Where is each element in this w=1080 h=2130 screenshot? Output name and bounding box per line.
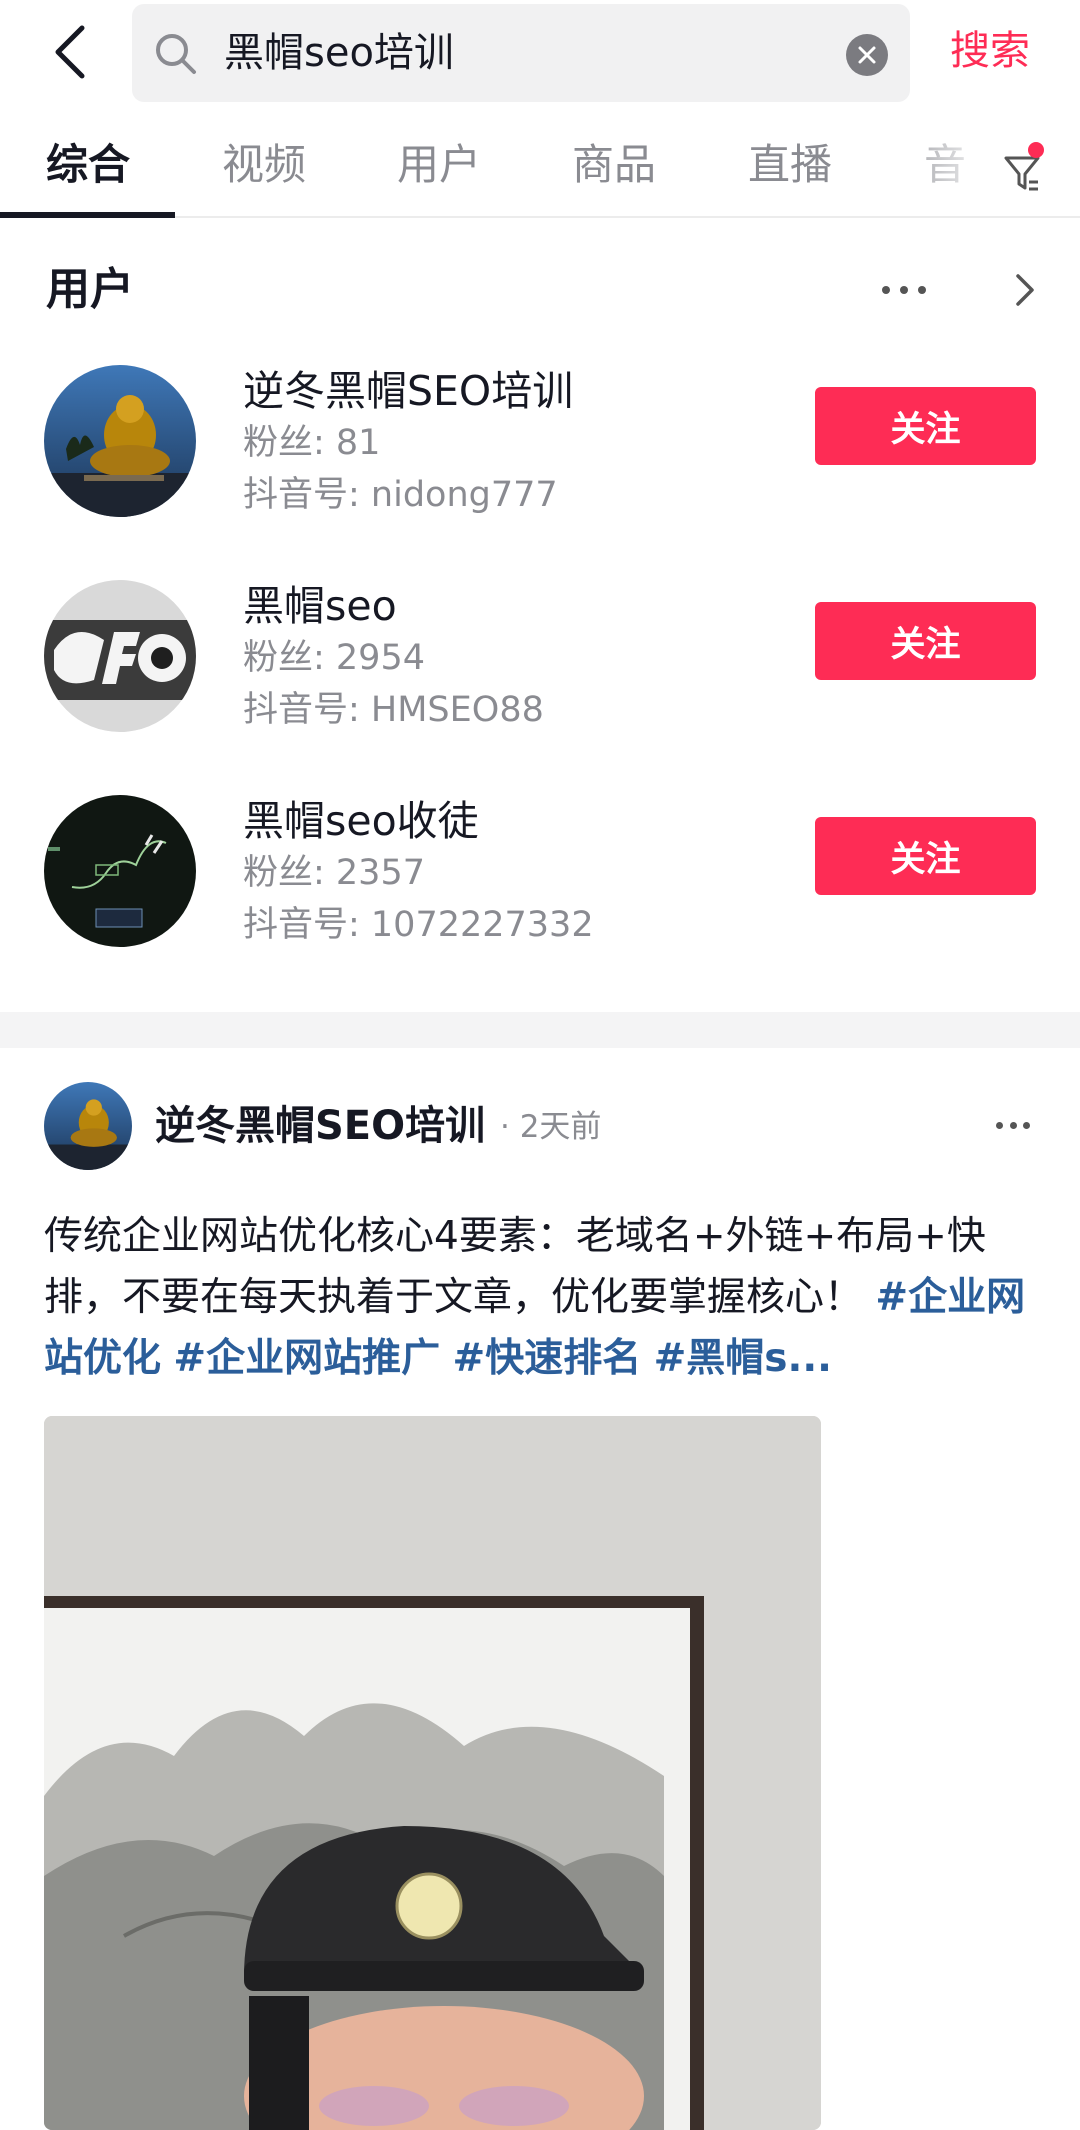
user-name[interactable]: 黑帽seo收徒 [243, 795, 479, 847]
tab-all[interactable]: 综合 [46, 140, 130, 190]
hashtag-link[interactable]: #企业网站推广 [173, 1336, 440, 1381]
active-tab-indicator [0, 212, 175, 218]
dot-icon [996, 1121, 1003, 1129]
avatar[interactable] [44, 795, 196, 947]
user-account-id: 抖音号: 1072227332 [243, 905, 594, 945]
tab-live[interactable]: 直播 [748, 140, 832, 190]
wechat-icon [838, 2104, 882, 2130]
avatar-image [44, 365, 196, 517]
post-author-name[interactable]: 逆冬黑帽SEO培训 [155, 1100, 485, 1152]
tab-fade-overlay [880, 120, 990, 216]
top-bar: 黑帽seo培训 搜索 [0, 0, 1080, 110]
back-button[interactable] [40, 22, 100, 82]
users-section-title: 用户 [46, 264, 134, 315]
dot-icon [882, 286, 890, 294]
search-icon [156, 34, 196, 74]
dot-icon [1023, 1121, 1030, 1129]
user-fans-count: 粉丝: 2954 [243, 638, 425, 678]
dot-icon [918, 286, 926, 294]
filter-icon [1004, 156, 1040, 191]
user-name[interactable]: 黑帽seo [243, 580, 397, 632]
user-account-id: 抖音号: nidong777 [243, 475, 558, 515]
post-video-thumbnail[interactable] [44, 1416, 821, 2130]
follow-button[interactable]: 关注 [815, 602, 1036, 680]
close-icon [858, 46, 876, 64]
avatar-image [44, 795, 196, 947]
section-divider [0, 1012, 1080, 1048]
search-button[interactable]: 搜索 [950, 26, 1030, 76]
chevron-left-icon [55, 25, 85, 79]
users-more-button[interactable] [882, 272, 926, 308]
avatar-image [44, 1082, 132, 1170]
post-caption-text: 传统企业网站优化核心4要素：老域名+外链+布局+快排，不要在每天执着于文章，优化… [44, 1214, 986, 1320]
user-name[interactable]: 逆冬黑帽SEO培训 [243, 365, 573, 417]
tab-users[interactable]: 用户 [397, 140, 481, 190]
user-fans-count: 粉丝: 2357 [243, 853, 425, 893]
post-more-button[interactable] [996, 1118, 1030, 1132]
avatar[interactable] [44, 580, 196, 732]
dot-icon [1009, 1121, 1017, 1129]
hashtag-link[interactable]: #快速排名 [453, 1336, 642, 1381]
user-result-row[interactable]: 黑帽seo收徒 粉丝: 2357 抖音号: 1072227332 关注 [0, 795, 1080, 985]
notification-dot [1028, 142, 1044, 158]
clear-search-button[interactable] [846, 34, 888, 76]
avatar-image [44, 580, 196, 732]
category-tabs: 综合 视频 用户 商品 直播 音 [0, 120, 1080, 218]
watermark: 逆冬黑帽SEO [838, 2100, 1060, 2130]
video-frame-image [44, 1416, 821, 2130]
post-author-avatar[interactable] [44, 1082, 132, 1170]
watermark-text: 逆冬黑帽SEO [890, 2105, 1060, 2130]
user-fans-count: 粉丝: 81 [243, 423, 381, 463]
filter-button[interactable] [1000, 140, 1050, 200]
follow-button[interactable]: 关注 [815, 817, 1036, 895]
tab-videos[interactable]: 视频 [222, 140, 306, 190]
dot-icon [900, 286, 908, 294]
user-account-id: 抖音号: HMSEO88 [243, 690, 544, 730]
hashtag-link[interactable]: #黑帽s... [654, 1336, 832, 1381]
search-query-text: 黑帽seo培训 [224, 30, 454, 76]
user-result-row[interactable]: 逆冬黑帽SEO培训 粉丝: 81 抖音号: nidong777 关注 [0, 365, 1080, 555]
user-result-row[interactable]: 黑帽seo 粉丝: 2954 抖音号: HMSEO88 关注 [0, 580, 1080, 770]
search-input[interactable]: 黑帽seo培训 [132, 4, 910, 102]
chevron-right-icon[interactable] [1010, 270, 1040, 310]
post-caption[interactable]: 传统企业网站优化核心4要素：老域名+外链+布局+快排，不要在每天执着于文章，优化… [44, 1206, 1034, 1389]
post-timestamp: · 2天前 [500, 1109, 602, 1145]
tab-products[interactable]: 商品 [572, 140, 656, 190]
avatar[interactable] [44, 365, 196, 517]
follow-button[interactable]: 关注 [815, 387, 1036, 465]
